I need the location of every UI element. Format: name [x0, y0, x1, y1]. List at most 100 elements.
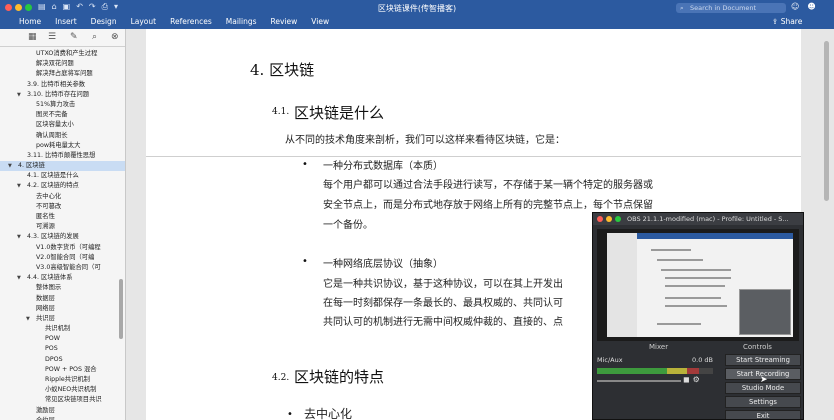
nav-item[interactable]: 整体图示: [0, 283, 125, 293]
search-input[interactable]: ⌕ Search in Document: [676, 3, 786, 13]
nav-item[interactable]: 3.11. 比特币颠覆性思想: [0, 151, 125, 161]
obs-zoom-button[interactable]: [615, 216, 621, 222]
nav-item[interactable]: Ripple共识机制: [0, 375, 125, 385]
gear-icon[interactable]: ⚙: [693, 375, 700, 384]
nav-item-label: 共识机制: [45, 325, 71, 333]
bullet-1-line-1: 每个用户都可以通过合法手段进行读写，不存储于某一辆个特定的服务器或: [323, 180, 653, 191]
nav-item-label: 数据层: [36, 294, 55, 302]
nav-item[interactable]: 不可篡改: [0, 202, 125, 212]
title-bar: ▤ ⌂ ▣ ↶ ↷ ⎙ ▾ 区块链课件(传智播客) ⌕ Search in Do…: [0, 0, 834, 15]
nav-item-label: POW + POS 混合: [45, 365, 97, 373]
tab-references[interactable]: References: [170, 17, 212, 26]
document-scrollbar[interactable]: [824, 41, 829, 201]
bullet-1-line-3: 一个备份。: [323, 220, 373, 231]
navigation-pane: ▦ ☰ ✎ ⌕ ⊗ UTXO消费和产生过程 解决双花问题 解决拜占庭将军问题 3.9.…: [0, 29, 126, 420]
nav-item-label: 不可篡改: [36, 202, 62, 210]
nav-item[interactable]: 可溯源: [0, 222, 125, 232]
nav-item[interactable]: 51%算力攻击: [0, 100, 125, 110]
preview-screen-capture: [607, 233, 793, 337]
settings-button[interactable]: Settings: [725, 396, 801, 408]
nav-item-label: 4.1. 区块链是什么: [27, 172, 79, 180]
close-icon[interactable]: ⊗: [111, 32, 119, 42]
speaker-icon[interactable]: ◼: [683, 375, 690, 384]
bullet-2-title: 一种网络底层协议（抽象）: [323, 259, 443, 270]
nav-item-label: 4.3. 区块链的发展: [27, 233, 79, 241]
search-icon[interactable]: ⌕: [92, 32, 97, 42]
nav-item[interactable]: 网络层: [0, 304, 125, 314]
nav-item-label: POS: [45, 345, 58, 353]
volume-slider[interactable]: [597, 380, 681, 382]
section-number-4-2: 4.2.: [272, 373, 290, 383]
tab-view[interactable]: View: [311, 17, 329, 26]
nav-item[interactable]: 3.9. 比特币相关参数: [0, 80, 125, 90]
tab-review[interactable]: Review: [271, 17, 298, 26]
nav-item-label: 图灵不完备: [36, 111, 68, 119]
nav-item[interactable]: ▼ 共识层: [0, 314, 125, 324]
obs-preview[interactable]: [597, 229, 799, 341]
nav-item[interactable]: 图灵不完备: [0, 110, 125, 120]
nav-item[interactable]: 4.1. 区块链是什么: [0, 171, 125, 181]
nav-item[interactable]: DPOS: [0, 355, 125, 365]
share-button[interactable]: ⇪ Share: [772, 17, 802, 26]
disclosure-triangle-icon[interactable]: ▼: [8, 161, 12, 171]
nav-item[interactable]: ▼ 4.3. 区块链的发展: [0, 232, 125, 242]
nav-item-label: 3.10. 比特币存在问题: [27, 90, 90, 98]
nav-item[interactable]: POW + POS 混合: [0, 365, 125, 375]
tab-mailings[interactable]: Mailings: [226, 17, 257, 26]
disclosure-triangle-icon[interactable]: ▼: [26, 314, 30, 324]
tab-insert[interactable]: Insert: [55, 17, 77, 26]
obs-close-button[interactable]: [597, 216, 603, 222]
nav-item[interactable]: ▼ 4. 区块链: [0, 161, 125, 172]
nav-item[interactable]: 区块容量太小: [0, 120, 125, 130]
mixer-source-name: Mic/Aux: [597, 356, 623, 364]
nav-item[interactable]: 小蚁NEO共识机制: [0, 385, 125, 395]
start-streaming-button[interactable]: Start Streaming: [725, 354, 801, 366]
obs-minimize-button[interactable]: [606, 216, 612, 222]
bullet-2-line-2: 在每一时刻都保存一条最长的、最具权威的、共同认可: [323, 298, 563, 309]
exit-button[interactable]: Exit: [725, 410, 801, 419]
thumbnails-icon[interactable]: ▦: [28, 32, 37, 42]
nav-item[interactable]: 共识机制: [0, 324, 125, 334]
tab-layout[interactable]: Layout: [131, 17, 157, 26]
nav-item[interactable]: 常见区块链项目共识: [0, 395, 125, 405]
nav-item[interactable]: V3.0高级智能合同（可: [0, 263, 125, 273]
nav-item[interactable]: 数据层: [0, 294, 125, 304]
nav-item[interactable]: 解决双花问题: [0, 59, 125, 69]
navigation-scrollbar[interactable]: [119, 279, 123, 339]
nav-item-label: 网络层: [36, 304, 55, 312]
nav-item[interactable]: pow耗电量太大: [0, 141, 125, 151]
bullet-1-title: 一种分布式数据库（本质）: [323, 161, 443, 172]
nav-item[interactable]: 去中心化: [0, 192, 125, 202]
person-icon[interactable]: ☺: [791, 2, 799, 11]
smiley-icon[interactable]: ☻: [807, 2, 815, 11]
disclosure-triangle-icon[interactable]: ▼: [17, 273, 21, 283]
nav-item[interactable]: V1.0数字货币（可编程: [0, 243, 125, 253]
nav-item[interactable]: 确认周期长: [0, 131, 125, 141]
nav-item[interactable]: 合约层: [0, 416, 125, 420]
disclosure-triangle-icon[interactable]: ▼: [17, 90, 21, 100]
section-number-4-1: 4.1.: [272, 107, 290, 117]
nav-item[interactable]: POW: [0, 334, 125, 344]
nav-item[interactable]: ▼ 3.10. 比特币存在问题: [0, 90, 125, 100]
tab-home[interactable]: Home: [19, 17, 41, 26]
disclosure-triangle-icon[interactable]: ▼: [17, 181, 21, 191]
controls-label: Controls: [743, 343, 772, 351]
nav-item[interactable]: UTXO消费和产生过程: [0, 49, 125, 59]
disclosure-triangle-icon[interactable]: ▼: [17, 232, 21, 242]
nav-item[interactable]: 匿名性: [0, 212, 125, 222]
nav-item[interactable]: ▼ 4.2. 区块链的特点: [0, 181, 125, 191]
nav-item-label: 小蚁NEO共识机制: [45, 386, 97, 394]
mouse-cursor-icon: ➤: [760, 375, 768, 385]
nav-item[interactable]: POS: [0, 344, 125, 354]
nav-item[interactable]: V2.0智能合同（可编: [0, 253, 125, 263]
nav-item[interactable]: 激励层: [0, 406, 125, 416]
outline-icon[interactable]: ☰: [48, 32, 56, 42]
split-divider[interactable]: [146, 156, 801, 157]
obs-title-bar: OBS 21.1.1-modified (mac) - Profile: Unt…: [593, 213, 803, 225]
nav-item-label: 3.9. 比特币相关参数: [27, 80, 86, 88]
mixer-level: 0.0 dB: [692, 356, 713, 364]
bookmark-icon[interactable]: ✎: [70, 32, 78, 42]
tab-design[interactable]: Design: [91, 17, 117, 26]
nav-item[interactable]: ▼ 4.4. 区块链体系: [0, 273, 125, 283]
nav-item[interactable]: 解决拜占庭将军问题: [0, 69, 125, 79]
